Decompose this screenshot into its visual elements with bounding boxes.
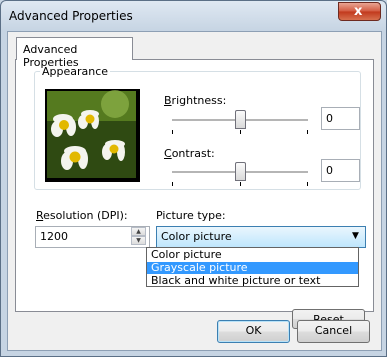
picture-type-label: Picture type: [156, 209, 226, 222]
picture-type-dropdown-list: Color picture Grayscale picture Black an… [146, 247, 359, 287]
preview-image [45, 89, 140, 182]
brightness-value-field[interactable]: 0 [321, 107, 360, 130]
contrast-value-field[interactable]: 0 [321, 159, 360, 182]
contrast-slider-thumb[interactable] [235, 162, 246, 181]
dialog-client: Advanced Properties Appearance Brightnes… [7, 31, 382, 351]
close-icon: x [354, 4, 363, 19]
brightness-slider-thumb[interactable] [235, 110, 246, 129]
picture-type-combo[interactable]: Color picture ▼ [156, 226, 366, 248]
option-black-and-white[interactable]: Black and white picture or text [147, 275, 358, 287]
brightness-label: Brightness: [164, 94, 227, 107]
appearance-group: Appearance Brightness: 0 Contrast: 0 [34, 65, 361, 190]
resolution-up-button[interactable]: ▲ [131, 227, 146, 236]
option-color-picture[interactable]: Color picture [147, 249, 358, 261]
contrast-label: Contrast: [164, 147, 215, 160]
tab-label: Advanced Properties [23, 43, 79, 69]
brightness-ticks [172, 130, 308, 134]
option-grayscale-picture[interactable]: Grayscale picture [147, 262, 358, 274]
picture-type-selected: Color picture [161, 230, 232, 243]
tab-advanced-properties[interactable]: Advanced Properties [16, 37, 133, 69]
ok-button[interactable]: OK [217, 320, 290, 343]
resolution-down-button[interactable]: ▼ [131, 236, 146, 245]
dialog-window: Advanced Properties x Advanced Propertie… [0, 0, 387, 357]
cancel-button[interactable]: Cancel [297, 320, 370, 343]
close-button[interactable]: x [338, 2, 381, 21]
preview-image-art [47, 90, 136, 178]
title-bar[interactable]: Advanced Properties x [1, 1, 386, 31]
window-title: Advanced Properties [9, 9, 133, 23]
chevron-down-icon[interactable]: ▼ [352, 231, 359, 241]
contrast-ticks [172, 182, 308, 186]
resolution-label: Resolution (DPI): [36, 209, 128, 222]
